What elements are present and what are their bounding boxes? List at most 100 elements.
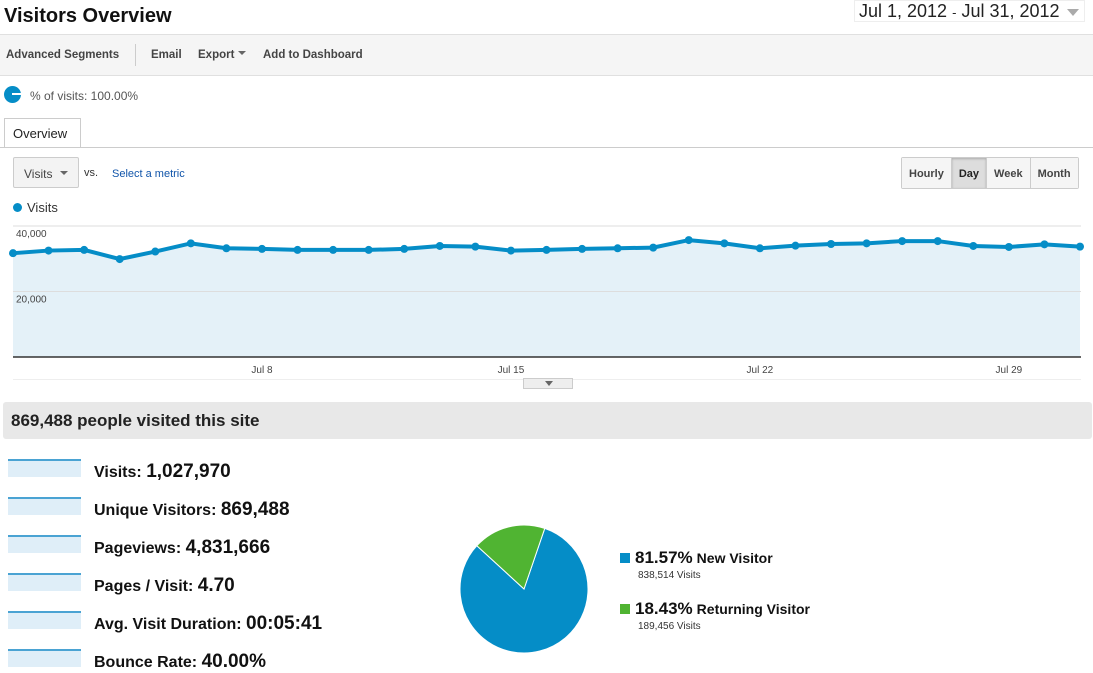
- data-point: [80, 245, 89, 254]
- date-range-picker[interactable]: Jul 1, 2012 - Jul 31, 2012: [854, 0, 1085, 22]
- data-point: [115, 255, 124, 264]
- returning-pct: 18.43%: [635, 599, 693, 618]
- data-point: [578, 244, 587, 253]
- chevron-down-icon: [60, 171, 69, 179]
- legend-swatch: [620, 553, 630, 563]
- new-label: New Visitor: [696, 550, 773, 566]
- data-point: [1076, 242, 1084, 251]
- data-point: [1040, 240, 1049, 249]
- vs-label: vs.: [84, 167, 99, 179]
- data-point: [9, 249, 17, 258]
- legend-dot-icon: [13, 203, 22, 212]
- page-title: Visitors Overview: [4, 5, 172, 27]
- new-pct: 81.57%: [635, 548, 693, 567]
- metric-value: 4.70: [197, 575, 235, 596]
- metric-value: 869,488: [220, 499, 290, 520]
- data-point: [506, 246, 515, 255]
- new-visits: 838,514 Visits: [638, 570, 701, 581]
- metric-name: Bounce Rate:: [94, 654, 198, 671]
- metric-value: 4,831,666: [185, 537, 271, 558]
- sparkline: [8, 573, 81, 591]
- data-point: [649, 243, 658, 252]
- date-start: Jul 1, 2012: [859, 1, 948, 21]
- sparkline: [8, 535, 81, 553]
- data-point: [755, 244, 764, 253]
- segment-pie-icon: [4, 86, 21, 103]
- metric-name: Pages / Visit:: [94, 578, 194, 595]
- email-button[interactable]: Email: [151, 49, 182, 61]
- sparkline: [8, 649, 81, 667]
- pie-legend-returning: 18.43% Returning Visitor 189,456 Visits: [620, 599, 810, 632]
- granularity-buttons: Hourly Day Week Month: [901, 157, 1079, 189]
- export-label: Export: [198, 49, 235, 61]
- legend-swatch: [620, 604, 630, 614]
- chart-legend: Visits: [13, 200, 58, 215]
- sparkline: [8, 611, 81, 629]
- visits-chart: 20,000 40,000 Jul 8 Jul 15 Jul 22 Jul 29: [9, 224, 1084, 380]
- metric-label: Avg. Visit Duration: 00:05:41: [94, 613, 322, 635]
- export-button[interactable]: Export: [198, 49, 247, 61]
- data-point: [933, 237, 942, 246]
- data-point: [827, 240, 836, 249]
- day-button[interactable]: Day: [950, 158, 987, 188]
- data-point: [364, 245, 373, 254]
- metric-name: Unique Visitors:: [94, 502, 217, 519]
- sparkline: [8, 459, 81, 477]
- expand-chart-button[interactable]: [523, 378, 573, 389]
- metric-value: 1,027,970: [146, 461, 231, 482]
- month-button[interactable]: Month: [1029, 158, 1078, 188]
- data-point: [293, 245, 302, 254]
- select-metric-link[interactable]: Select a metric: [112, 168, 185, 180]
- metric-name: Avg. Visit Duration:: [94, 616, 242, 633]
- x-tick-label: Jul 15: [498, 365, 525, 376]
- data-point: [1004, 242, 1013, 251]
- tab-divider: [0, 147, 1093, 148]
- data-point: [44, 246, 53, 255]
- advanced-segments-button[interactable]: Advanced Segments: [6, 49, 119, 61]
- segment-percentage: % of visits: 100.00%: [30, 89, 139, 103]
- data-point: [969, 241, 978, 250]
- visits-area: [13, 240, 1080, 357]
- metric-value: 40.00%: [201, 651, 267, 672]
- chevron-down-icon: [1066, 9, 1079, 22]
- metric-label: Visits: 1,027,970: [94, 461, 231, 483]
- data-point: [898, 237, 907, 246]
- returning-visits: 189,456 Visits: [638, 621, 701, 632]
- add-to-dashboard-button[interactable]: Add to Dashboard: [263, 49, 363, 61]
- x-tick-label: Jul 29: [996, 365, 1023, 376]
- chevron-down-icon: [238, 51, 247, 59]
- returning-label: Returning Visitor: [696, 601, 810, 617]
- data-point: [542, 245, 551, 254]
- metric-label: Bounce Rate: 40.00%: [94, 651, 266, 673]
- y-tick-label: 40,000: [16, 229, 47, 240]
- legend-label: Visits: [27, 200, 58, 215]
- summary-title: 869,488 people visited this site: [3, 402, 1092, 439]
- data-point: [151, 247, 160, 256]
- metric-select-value: Visits: [24, 167, 53, 181]
- data-point: [720, 239, 729, 248]
- data-point: [471, 242, 480, 251]
- week-button[interactable]: Week: [986, 158, 1030, 188]
- date-end: Jul 31, 2012: [961, 1, 1060, 21]
- sparkline: [8, 497, 81, 515]
- data-point: [791, 241, 800, 250]
- data-point: [435, 241, 444, 250]
- visitor-type-pie: [459, 524, 589, 654]
- tab-overview[interactable]: Overview: [4, 118, 81, 148]
- x-tick-label: Jul 22: [747, 365, 774, 376]
- hourly-button[interactable]: Hourly: [902, 158, 951, 188]
- metric-label: Unique Visitors: 869,488: [94, 499, 290, 521]
- metric-label: Pages / Visit: 4.70: [94, 575, 235, 597]
- data-point: [684, 236, 693, 245]
- toolbar: Advanced Segments Email Export Add to Da…: [0, 34, 1093, 76]
- metric-value: 00:05:41: [246, 613, 323, 634]
- toolbar-divider: [135, 44, 136, 66]
- metric-name: Visits:: [94, 464, 142, 481]
- metric-name: Pageviews:: [94, 540, 182, 557]
- metric-select[interactable]: Visits: [13, 157, 79, 188]
- data-point: [186, 239, 195, 248]
- data-point: [613, 244, 622, 253]
- date-separator: -: [952, 5, 957, 20]
- data-point: [400, 244, 409, 253]
- pie-legend-new: 81.57% New Visitor 838,514 Visits: [620, 548, 773, 581]
